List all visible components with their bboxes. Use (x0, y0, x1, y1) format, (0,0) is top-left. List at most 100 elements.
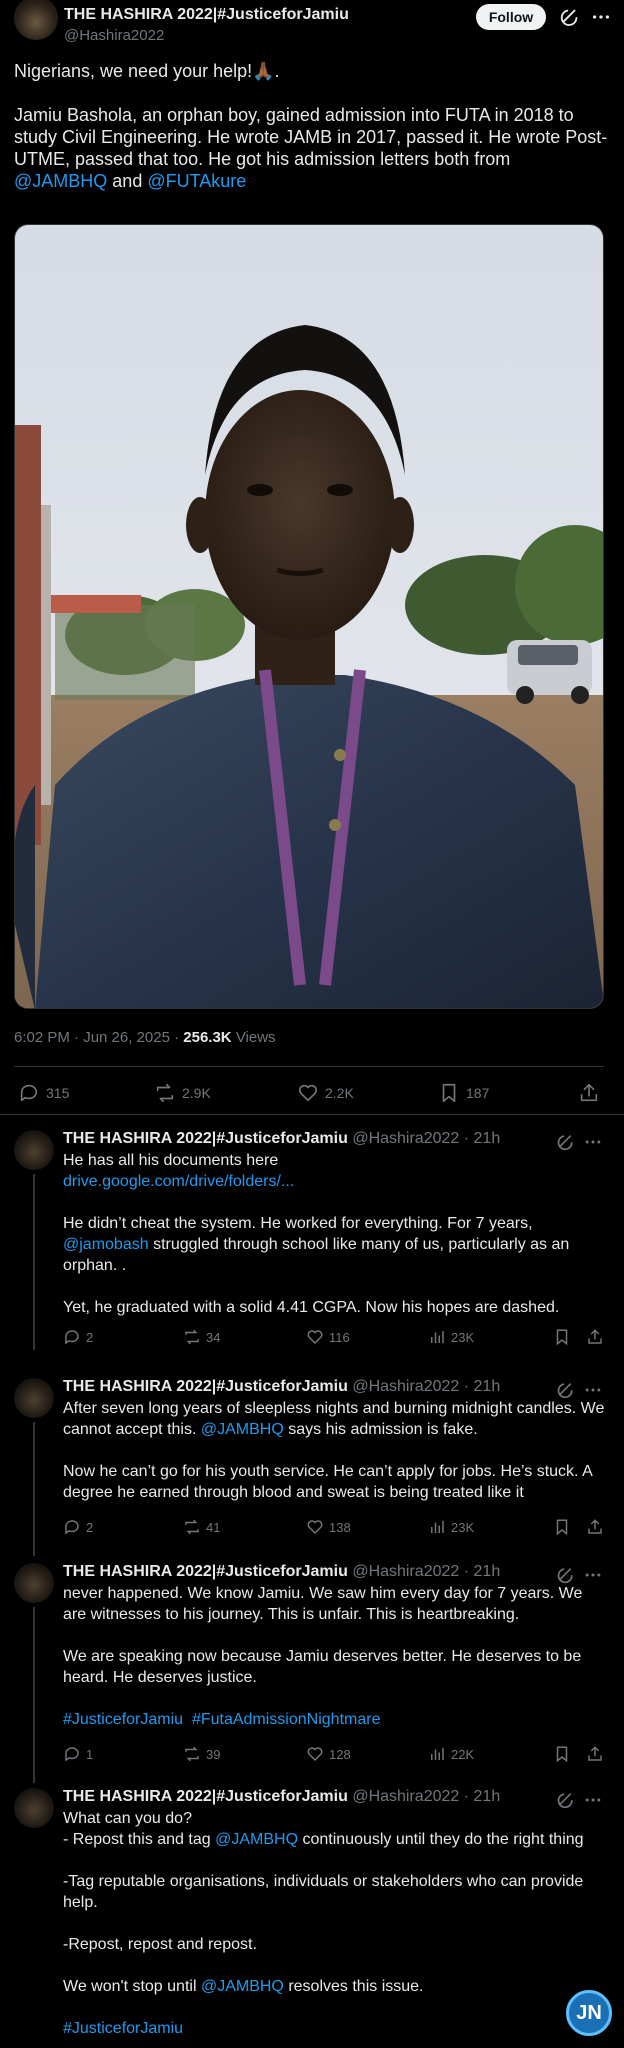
bookmark-button[interactable] (553, 1744, 571, 1764)
reply-button[interactable]: 2 (63, 1517, 93, 1537)
reply-line: He has all his documents here (63, 1152, 279, 1169)
grok-icon[interactable] (556, 1132, 576, 1152)
views-button[interactable]: 23K (428, 1517, 474, 1537)
author-name[interactable]: THE HASHIRA 2022|#JusticeforJamiu (63, 1130, 348, 1147)
mention-link[interactable]: @FUTAkure (147, 171, 246, 191)
grok-icon[interactable] (556, 1790, 576, 1810)
author-handle-time[interactable]: @Hashira2022 · 21h (352, 1130, 500, 1147)
reply-text: never happened. We know Jamiu. We saw hi… (63, 1583, 608, 1730)
views-label: Views (235, 1029, 276, 1046)
share-button[interactable] (578, 1080, 600, 1106)
views-count: 23K (451, 1329, 475, 1345)
heart-icon (306, 1328, 324, 1346)
analytics-icon (428, 1518, 446, 1536)
mention-link[interactable]: @JAMBHQ (201, 1421, 284, 1438)
author-handle-time[interactable]: @Hashira2022 · 21h (352, 1788, 500, 1805)
thread-reply[interactable]: THE HASHIRA 2022|#JusticeforJamiu @Hashi… (0, 1563, 624, 1783)
hashtag-link[interactable]: #FutaAdmissionNightmare (192, 1711, 381, 1728)
share-button[interactable] (586, 1517, 604, 1537)
reply-header: THE HASHIRA 2022|#JusticeforJamiu @Hashi… (63, 1563, 500, 1581)
share-icon (578, 1082, 600, 1104)
bookmark-button[interactable] (553, 1517, 571, 1537)
views-button[interactable]: 22K (428, 1744, 474, 1764)
heart-icon (306, 1518, 324, 1536)
reply-button[interactable]: 2 (63, 1327, 93, 1347)
repost-button[interactable]: 41 (183, 1517, 220, 1537)
like-button[interactable]: 116 (306, 1327, 350, 1347)
repost-count: 2.9K (182, 1085, 211, 1101)
author-avatar[interactable] (14, 1130, 54, 1170)
like-button[interactable]: 2.2K (297, 1080, 354, 1106)
more-options-icon[interactable] (583, 1790, 603, 1810)
share-icon (586, 1745, 604, 1763)
conjunction-text: and (112, 171, 143, 191)
reply-line: We are speaking now because Jamiu deserv… (63, 1648, 582, 1686)
reply-header: THE HASHIRA 2022|#JusticeforJamiu @Hashi… (63, 1378, 500, 1396)
reply-icon (63, 1745, 81, 1763)
reply-text: He has all his documents here drive.googl… (63, 1150, 608, 1318)
like-count: 116 (329, 1329, 350, 1345)
hashtag-link[interactable]: #JusticeforJamiu (63, 2020, 183, 2037)
hashtag-link[interactable]: #JusticeforJamiu (63, 1711, 183, 1728)
follow-button[interactable]: Follow (476, 4, 546, 30)
author-handle[interactable]: @Hashira2022 (64, 27, 164, 44)
post-meta: 6:02 PM · Jun 26, 2025 · 256.3K Views (14, 1029, 276, 1046)
thread-reply[interactable]: THE HASHIRA 2022|#JusticeforJamiu @Hashi… (0, 1788, 624, 2038)
post-photo[interactable] (14, 224, 604, 1009)
post-paragraph: Nigerians, we need your help!🙏🏾. (14, 61, 280, 81)
like-button[interactable]: 138 (306, 1517, 351, 1537)
views-count: 23K (451, 1519, 475, 1535)
share-button[interactable] (586, 1744, 604, 1764)
more-options-icon[interactable] (583, 1565, 603, 1585)
reply-header: THE HASHIRA 2022|#JusticeforJamiu @Hashi… (63, 1788, 500, 1806)
author-name[interactable]: THE HASHIRA 2022|#JusticeforJamiu (64, 6, 349, 24)
views-button[interactable]: 23K (428, 1327, 474, 1347)
thread-reply[interactable]: THE HASHIRA 2022|#JusticeforJamiu @Hashi… (0, 1130, 624, 1350)
reply-icon (18, 1082, 40, 1104)
author-handle-time[interactable]: @Hashira2022 · 21h (352, 1563, 500, 1580)
post-paragraph: Jamiu Bashola, an orphan boy, gained adm… (14, 104, 610, 192)
reply-line: never happened. We know Jamiu. We saw hi… (63, 1585, 583, 1623)
reply-line: -Tag reputable organisations, individual… (63, 1873, 584, 1911)
more-options-icon[interactable] (590, 6, 612, 28)
grok-icon[interactable] (559, 6, 581, 28)
reply-line: -Repost, repost and repost. (63, 1936, 257, 1953)
author-avatar[interactable] (14, 1378, 54, 1418)
reply-button[interactable]: 315 (18, 1080, 69, 1106)
repost-count: 34 (206, 1329, 221, 1345)
like-count: 128 (329, 1746, 351, 1762)
mention-link[interactable]: @JAMBHQ (14, 171, 107, 191)
mention-link[interactable]: @JAMBHQ (215, 1831, 298, 1848)
more-options-icon[interactable] (583, 1132, 603, 1152)
grok-icon[interactable] (556, 1380, 576, 1400)
reply-actions: 2 41 138 23K (63, 1517, 608, 1537)
thread-line (33, 1174, 35, 1350)
post-timestamp[interactable]: 6:02 PM · Jun 26, 2025 · (14, 1029, 183, 1046)
author-handle-time[interactable]: @Hashira2022 · 21h (352, 1378, 500, 1395)
thread-reply[interactable]: THE HASHIRA 2022|#JusticeforJamiu @Hashi… (0, 1378, 624, 1556)
repost-button[interactable]: 2.9K (154, 1080, 211, 1106)
mention-link[interactable]: @JAMBHQ (201, 1978, 284, 1995)
drive-link[interactable]: drive.google.com/drive/folders/... (63, 1173, 294, 1190)
author-avatar[interactable] (14, 0, 58, 40)
author-avatar[interactable] (14, 1788, 54, 1828)
bookmark-button[interactable] (553, 1327, 571, 1347)
grok-icon[interactable] (556, 1565, 576, 1585)
reply-icon (63, 1518, 81, 1536)
more-options-icon[interactable] (583, 1380, 603, 1400)
repost-button[interactable]: 34 (183, 1327, 220, 1347)
author-name[interactable]: THE HASHIRA 2022|#JusticeforJamiu (63, 1563, 348, 1580)
bookmark-count: 187 (466, 1085, 490, 1101)
mention-link[interactable]: @jamobash (63, 1236, 149, 1253)
repost-count: 41 (206, 1519, 221, 1535)
bookmark-button[interactable]: 187 (438, 1080, 489, 1106)
reply-button[interactable]: 1 (63, 1744, 93, 1764)
author-name[interactable]: THE HASHIRA 2022|#JusticeforJamiu (63, 1378, 348, 1395)
author-name[interactable]: THE HASHIRA 2022|#JusticeforJamiu (63, 1788, 348, 1805)
author-avatar[interactable] (14, 1563, 54, 1603)
like-button[interactable]: 128 (306, 1744, 351, 1764)
reply-line: What can you do? (63, 1810, 192, 1827)
repost-button[interactable]: 39 (183, 1744, 220, 1764)
like-count: 138 (329, 1519, 351, 1535)
share-button[interactable] (586, 1327, 604, 1347)
